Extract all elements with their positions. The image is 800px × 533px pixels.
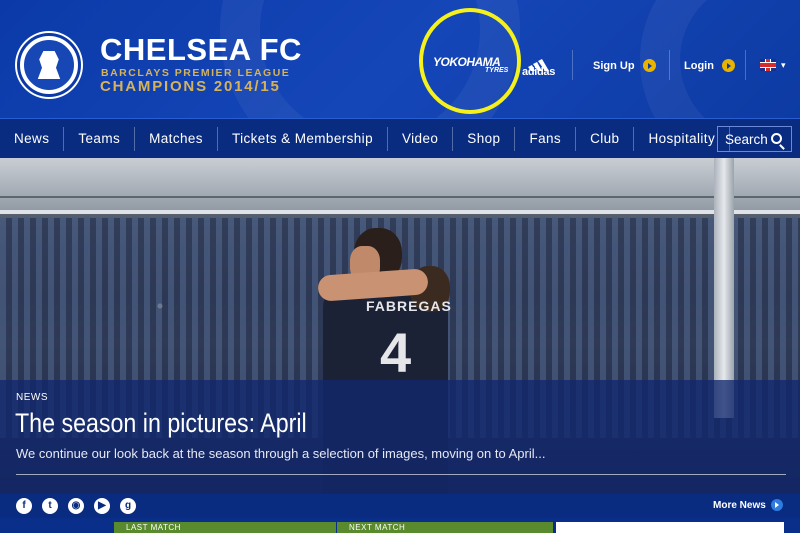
nav-item-teams[interactable]: Teams [64,126,136,151]
search-button[interactable]: Search [717,126,792,152]
hero-title[interactable]: The season in pictures: April [15,408,307,439]
roof-beam [0,210,800,214]
hero-description: We continue our look back at the season … [16,446,546,461]
nav-item-tickets-membership[interactable]: Tickets & Membership [218,126,388,151]
instagram-icon[interactable]: ◉ [68,498,84,514]
nav-item-fans[interactable]: Fans [515,126,577,151]
google-plus-icon[interactable]: g [120,498,136,514]
goal-post [714,158,734,418]
crest-inner [22,38,76,92]
match-strip: LAST MATCH NEXT MATCH [0,518,800,533]
club-subtitle-champions: CHAMPIONS 2014/15 [100,78,281,95]
yokohama-tyres-label: TYRES [485,67,509,74]
header-divider [745,50,746,80]
hero-banner[interactable]: FABREGAS 4 NEWS The season in pictures: … [0,158,800,494]
facebook-icon[interactable]: f [16,498,32,514]
more-news-link[interactable]: More News [713,499,783,511]
nav-item-club[interactable]: Club [576,126,635,151]
main-nav: News Teams Matches Tickets & Membership … [0,118,800,158]
uk-flag-icon [760,59,776,71]
promo-panel[interactable] [556,522,784,533]
club-name[interactable]: CHELSEA FC [100,33,302,67]
lion-icon [37,51,61,79]
search-icon [771,133,782,144]
arrow-circle-icon [721,59,735,72]
youtube-icon[interactable]: ▶ [94,498,110,514]
social-bar: f t ◉ ▶ g More News [0,494,800,518]
last-match-label: LAST MATCH [126,523,181,532]
club-crest-logo[interactable] [17,33,81,97]
search-label: Search [725,131,768,147]
header-divider [572,50,573,80]
sign-up-link[interactable]: Sign Up [593,59,656,72]
twitter-icon[interactable]: t [42,498,58,514]
caption-divider [16,474,786,475]
nav-item-matches[interactable]: Matches [135,126,218,151]
arrow-circle-icon [770,499,783,511]
nav-item-news[interactable]: News [0,126,65,151]
sign-up-label: Sign Up [593,59,635,72]
hero-category-tag[interactable]: NEWS [16,392,48,403]
next-match-label: NEXT MATCH [349,523,406,532]
header-divider [669,50,670,80]
hero-caption: NEWS The season in pictures: April We co… [0,380,800,494]
nav-item-video[interactable]: Video [388,126,454,151]
shirt-number: 4 [380,321,412,384]
nav-item-shop[interactable]: Shop [453,126,516,151]
chevron-down-icon: ▾ [781,59,786,70]
shirt-name: FABREGAS [366,298,452,314]
adidas-sponsor-logo[interactable]: adidas [522,66,555,78]
arrow-circle-icon [642,59,656,72]
roof-beam [0,196,800,198]
site-header: CHELSEA FC BARCLAYS PREMIER LEAGUE CHAMP… [0,0,800,118]
login-label: Login [684,59,714,72]
language-selector[interactable]: ▾ [760,59,786,71]
more-news-label: More News [713,499,766,511]
nav-item-hospitality[interactable]: Hospitality [634,126,731,151]
stadium-roof [0,158,800,213]
login-link[interactable]: Login [684,59,735,72]
